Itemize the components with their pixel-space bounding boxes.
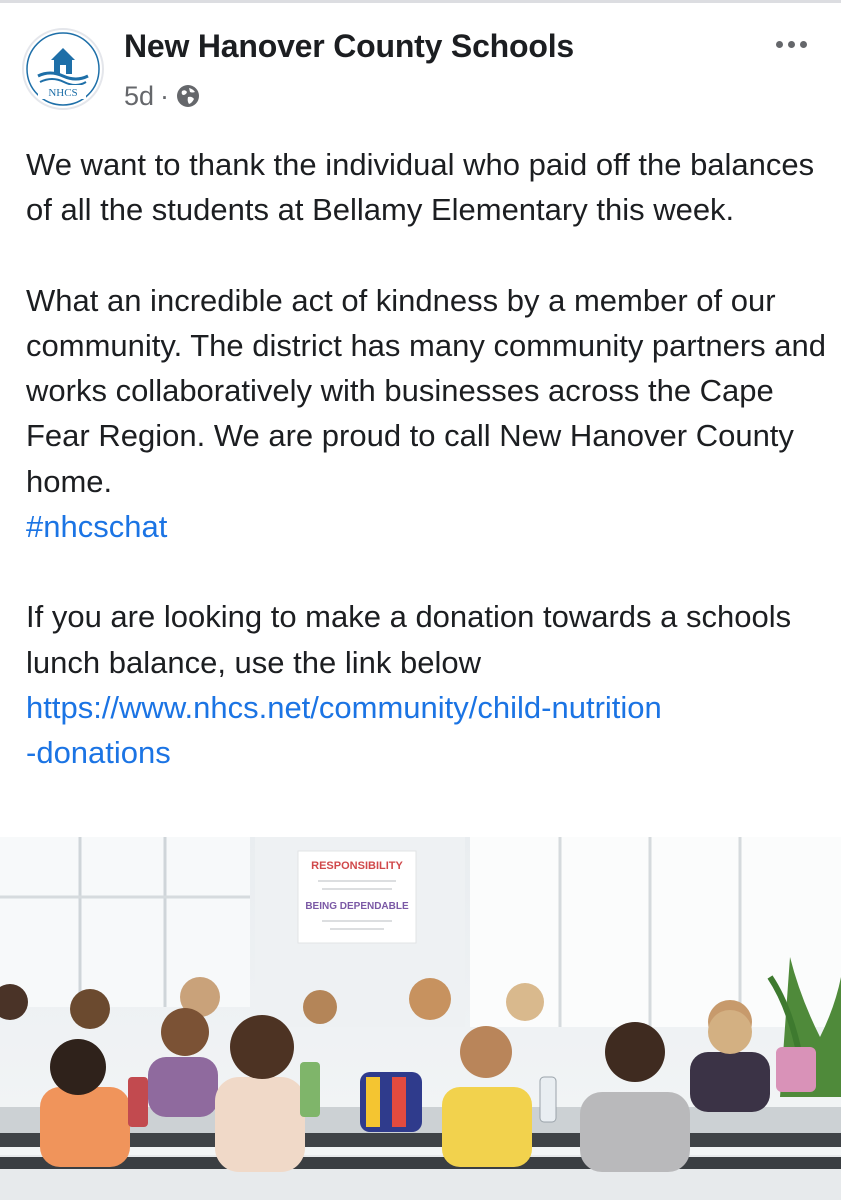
more-options-button[interactable]: [763, 32, 819, 56]
post-body: We want to thank the individual who paid…: [26, 142, 826, 776]
post-header: NHCS New Hanover County Schools 5d ·: [0, 0, 841, 130]
avatar-text: NHCS: [48, 87, 77, 99]
post-meta: 5d ·: [124, 78, 201, 114]
post-paragraph-1: We want to thank the individual who paid…: [26, 147, 815, 228]
donation-link[interactable]: https://www.nhcs.net/community/child-nut…: [26, 690, 662, 725]
more-dot: [787, 40, 795, 48]
poster-line-1: RESPONSIBILITY: [311, 860, 403, 872]
more-dot: [775, 40, 783, 48]
hashtag-link[interactable]: #nhcschat: [26, 509, 167, 544]
post-photo[interactable]: RESPONSIBILITY BEING DEPENDABLE: [0, 837, 841, 1200]
meta-separator: ·: [160, 80, 170, 111]
page-name[interactable]: New Hanover County Schools: [124, 28, 574, 65]
globe-icon[interactable]: [175, 83, 201, 109]
poster-line-2: BEING DEPENDABLE: [305, 901, 409, 912]
avatar[interactable]: NHCS: [22, 28, 104, 110]
post-time[interactable]: 5d: [124, 81, 154, 112]
nhcs-logo-icon: NHCS: [26, 32, 100, 106]
classroom-photo-image: RESPONSIBILITY BEING DEPENDABLE: [0, 837, 841, 1200]
post-paragraph-3: If you are looking to make a donation to…: [26, 599, 792, 680]
more-dot: [799, 40, 807, 48]
post-paragraph-2: What an incredible act of kindness by a …: [26, 282, 826, 499]
donation-link-continued[interactable]: -donations: [26, 735, 171, 770]
